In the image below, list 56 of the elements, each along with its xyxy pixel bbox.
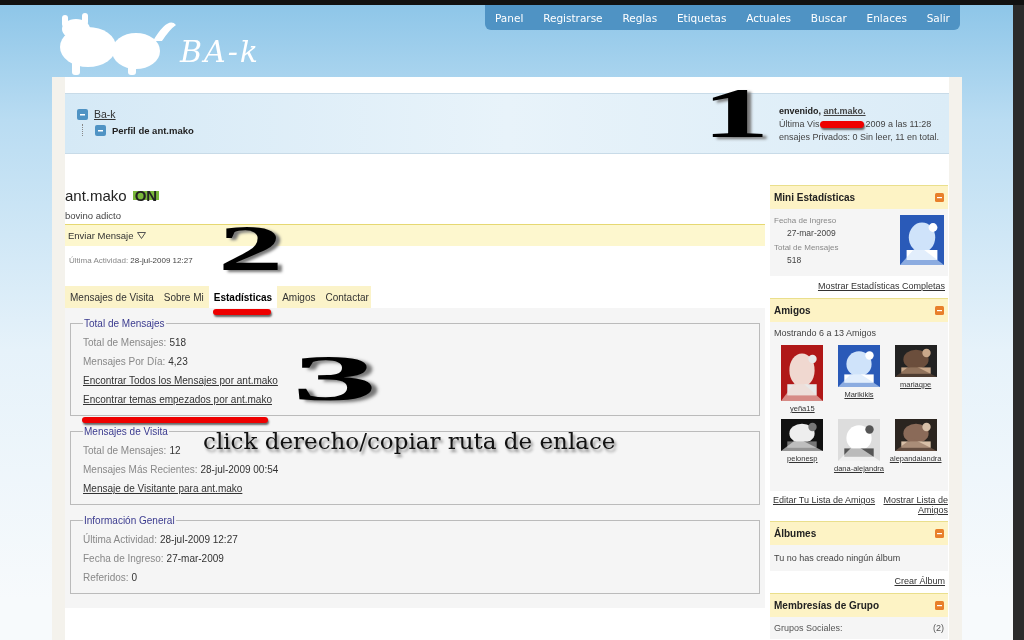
link[interactable]: Editar Tu Lista de Amigos: [773, 495, 876, 515]
empty-albums-text: Tu no has creado ningún álbum: [774, 553, 902, 563]
group-label: Grupos Sociales:: [774, 623, 843, 633]
stat-text: Total de Mensajes: 518: [83, 337, 187, 348]
tab[interactable]: Estadísticas: [208, 286, 278, 308]
scrollbar[interactable]: [1013, 5, 1024, 640]
welcome-text: envenido, ant.mako.: [779, 105, 867, 118]
breadcrumb-link[interactable]: Ba-k: [94, 108, 116, 120]
caret-icon: [137, 232, 147, 239]
last-visit-text: Última Vis: [779, 118, 820, 131]
tab[interactable]: Amigos: [277, 286, 321, 308]
stat-text: Mensajes Por Día: 4,23: [83, 356, 188, 367]
collapse-icon[interactable]: [935, 601, 944, 610]
tab[interactable]: Sobre Mi: [158, 286, 209, 308]
underline-stroke: [213, 309, 271, 315]
panel-title: Álbumes: [774, 528, 817, 539]
stat-value: 27-mar-2009: [786, 228, 837, 238]
link[interactable]: Mensaje de Visitante para ant.mako: [83, 483, 243, 494]
collapse-icon[interactable]: [935, 306, 944, 315]
stat-label: Fecha de Ingreso: [774, 216, 838, 225]
annotation-caption: click derecho/copiar ruta de enlace: [203, 428, 616, 454]
stat-text: Última Actividad: 28-jul-2009 12:27: [83, 534, 238, 545]
page-title: Perfil de ant.mako: [112, 124, 194, 136]
annotation-number: 3: [292, 352, 378, 404]
stat-text: Referidos: 0: [83, 572, 138, 583]
tab[interactable]: Mensajes de Visita: [65, 286, 159, 308]
stat-text: Mensajes Más Recientes: 28-jul-2009 00:54: [83, 464, 279, 475]
link[interactable]: Mostrar Estadísticas Completas: [817, 281, 945, 291]
friends-count-text: Mostrando 6 a 13 Amigos: [774, 328, 878, 338]
stat-text: Fecha de Ingreso: 27-mar-2009: [83, 553, 224, 564]
panel-title: Amigos: [774, 305, 811, 316]
section-title: Mensajes de Visita: [83, 426, 169, 437]
collapse-icon[interactable]: [935, 529, 944, 538]
annotation-number: 1: [702, 84, 770, 142]
panel-title: Mini Estadísticas: [774, 192, 856, 203]
link[interactable]: Mostrar Lista de Amigos: [883, 495, 948, 515]
tab[interactable]: Contactar: [320, 286, 374, 308]
group-count: (2): [933, 623, 944, 633]
section-title: Total de Mensajes: [83, 318, 166, 329]
last-visit-text: 2009 a las 11:28: [865, 118, 932, 131]
user-title: bovino adicto: [65, 210, 122, 223]
private-messages-text: ensajes Privados: 0 Sin leer, 11 en total.: [779, 131, 939, 144]
link[interactable]: Crear Álbum: [894, 576, 945, 586]
stat-value: 518: [786, 255, 803, 265]
link[interactable]: Encontrar temas empezados por ant.mako: [83, 394, 272, 405]
underline-stroke: [820, 121, 865, 128]
last-activity-text: Última Actividad: 28-jul-2009 12:27: [69, 256, 194, 267]
collapse-icon[interactable]: [935, 193, 944, 202]
panel-title: Membresías de Grupo: [774, 600, 880, 611]
section-title: Información General: [83, 515, 176, 526]
username: ant.mako: [65, 186, 127, 204]
collapse-icon[interactable]: [95, 124, 106, 136]
stat-label: Total de Mensajes: [774, 243, 839, 252]
online-badge: ON: [132, 190, 160, 200]
stat-text: Total de Mensajes: 12: [83, 445, 181, 456]
link[interactable]: Encontrar Todos los Mensajes por ant.mako: [83, 375, 278, 386]
